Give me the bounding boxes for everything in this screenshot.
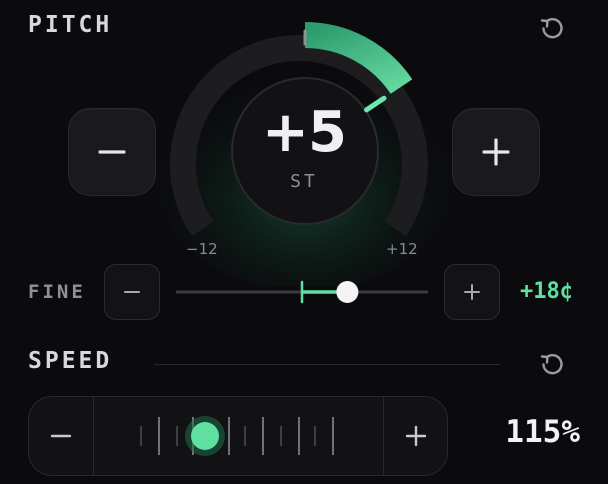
minus-icon xyxy=(124,291,140,293)
pitch-title: PITCH xyxy=(28,12,113,38)
fine-slider[interactable] xyxy=(176,276,428,308)
speed-increment-button[interactable] xyxy=(383,397,447,475)
minus-icon xyxy=(98,150,126,154)
fine-decrement-button[interactable] xyxy=(104,264,160,320)
plus-icon xyxy=(405,425,427,447)
pitch-reset-button[interactable] xyxy=(532,8,572,48)
speed-thumb[interactable] xyxy=(191,422,219,450)
speed-divider xyxy=(154,364,500,365)
pitch-min-label: −12 xyxy=(186,240,218,258)
minus-icon xyxy=(50,434,72,438)
reset-icon xyxy=(540,354,563,375)
fine-slider-thumb[interactable] xyxy=(336,281,359,303)
speed-ticks xyxy=(140,417,334,455)
pitch-unit: ST xyxy=(290,171,318,192)
plus-icon xyxy=(464,284,480,300)
pitch-increment-button[interactable] xyxy=(452,108,540,196)
plus-icon xyxy=(482,138,510,166)
reset-icon xyxy=(540,18,563,39)
speed-reset-button[interactable] xyxy=(532,344,572,384)
pitch-decrement-button[interactable] xyxy=(68,108,156,196)
speed-title: SPEED xyxy=(28,348,113,374)
speed-decrement-button[interactable] xyxy=(29,397,94,475)
fine-increment-button[interactable] xyxy=(444,264,500,320)
pitch-max-label: +12 xyxy=(386,240,418,258)
fine-label: FINE xyxy=(28,281,86,303)
speed-value: 115% xyxy=(505,414,580,450)
pitch-value: +5 xyxy=(262,100,347,165)
speed-scrubber[interactable] xyxy=(93,397,383,475)
fine-value: +18¢ xyxy=(520,279,573,304)
speed-control xyxy=(28,396,448,476)
